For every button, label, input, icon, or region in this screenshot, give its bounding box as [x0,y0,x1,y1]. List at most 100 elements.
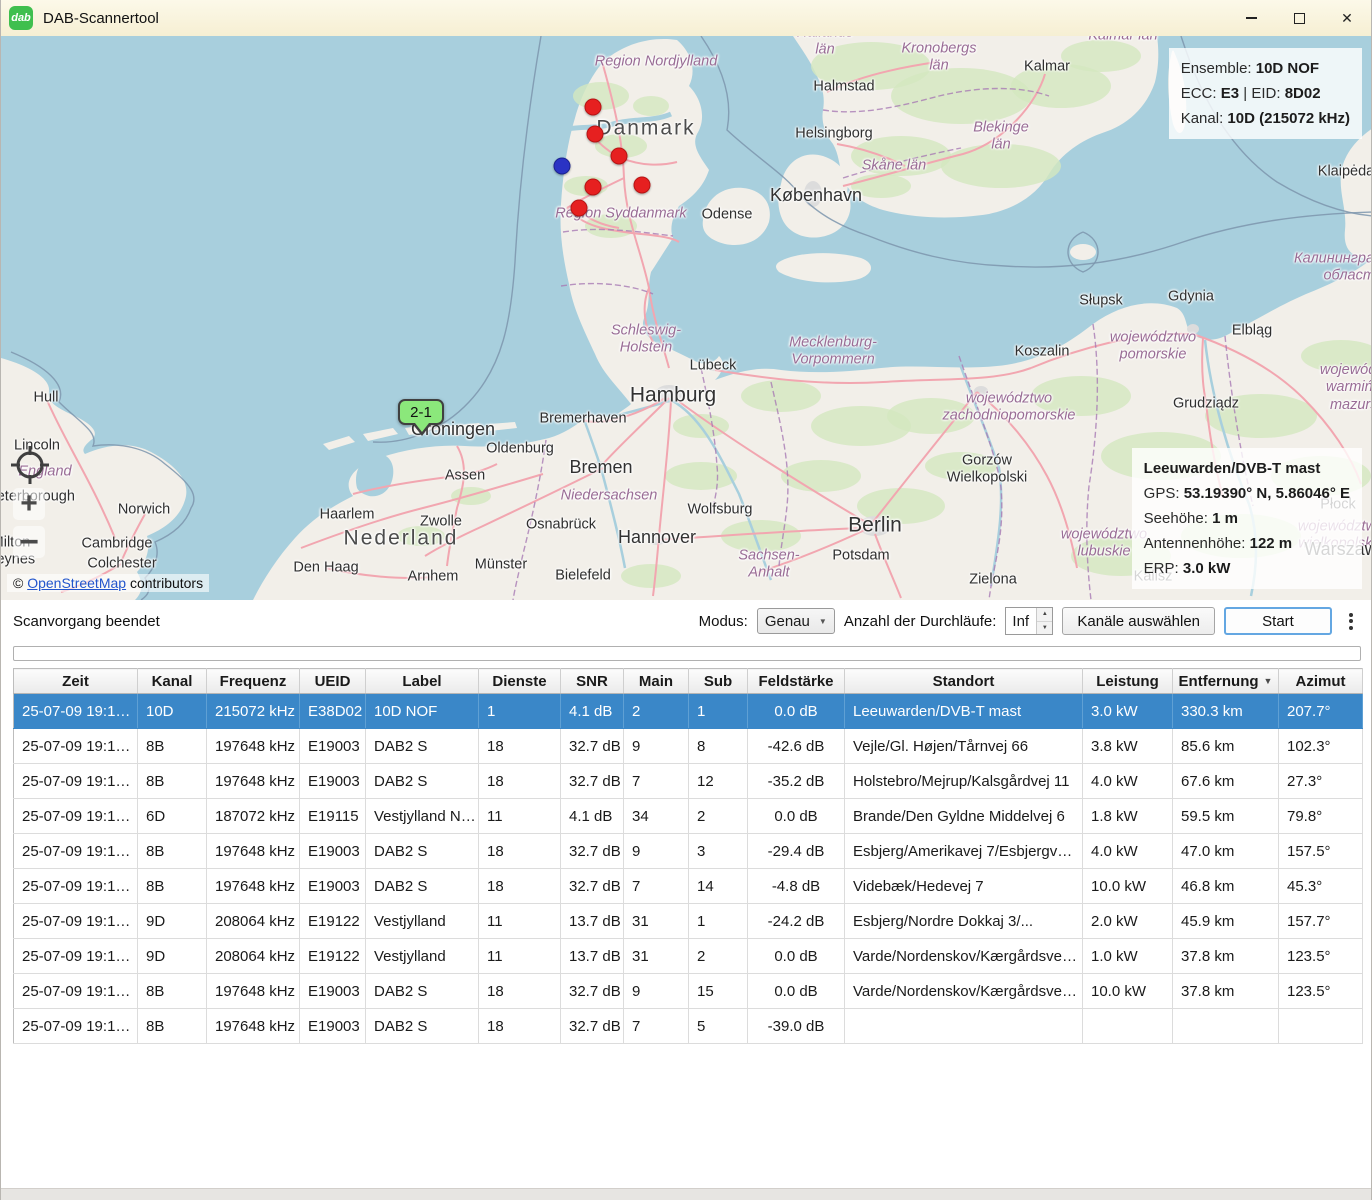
close-button[interactable]: ✕ [1323,0,1371,36]
table-cell[interactable]: 2 [624,694,689,729]
osm-link[interactable]: OpenStreetMap [27,575,126,591]
table-cell[interactable]: 157.5° [1279,834,1363,869]
table-cell[interactable]: 45.9 km [1173,904,1279,939]
table-cell[interactable]: 9 [624,729,689,764]
table-cell[interactable]: 37.8 km [1173,939,1279,974]
overflow-menu-icon[interactable] [1343,609,1359,634]
table-cell[interactable]: E19003 [300,974,366,1009]
table-cell[interactable]: 31 [624,904,689,939]
table-cell[interactable]: 8B [138,869,207,904]
table-cell[interactable]: 0.0 dB [748,974,845,1009]
map-marker-red[interactable] [634,177,651,194]
table-cell[interactable]: 10.0 kW [1083,869,1173,904]
table-cell[interactable]: Vestjylland [366,939,479,974]
table-cell[interactable]: 7 [624,1009,689,1044]
table-cell[interactable]: 25-07-09 19:14:16 [14,729,138,764]
table-cell[interactable]: Vestjylland Nord [366,799,479,834]
table-row[interactable]: 25-07-09 19:14:559D208064 kHzE19122Vestj… [14,904,1363,939]
map-marker-blue[interactable] [554,158,571,175]
map-marker-red[interactable] [571,200,588,217]
table-cell[interactable]: 2 [689,939,748,974]
table-row[interactable]: 25-07-09 19:14:168B197648 kHzE19003DAB2 … [14,1009,1363,1044]
table-cell[interactable]: 1.8 kW [1083,799,1173,834]
table-cell[interactable]: 13.7 dB [561,904,624,939]
table-cell[interactable]: Brande/Den Gyldne Middelvej 6 [845,799,1083,834]
map[interactable]: LincolnEnglandHullPeterboroughNorwichCam… [1,36,1372,600]
table-cell[interactable]: 197648 kHz [207,764,300,799]
table-row[interactable]: 25-07-09 19:15:2710D215072 kHzE38D0210D … [14,694,1363,729]
table-cell[interactable]: 14 [689,869,748,904]
table-cell[interactable]: 25-07-09 19:14:55 [14,939,138,974]
marker-bubble[interactable]: 2-1 [398,399,444,425]
table-cell[interactable]: Varde/Nordenskov/Kærgårdsvej ... [845,939,1083,974]
table-cell[interactable]: 25-07-09 19:14:16 [14,974,138,1009]
column-header-label[interactable]: Label [366,669,479,694]
table-cell[interactable]: 25-07-09 19:13:32 [14,799,138,834]
table-cell[interactable]: 0.0 dB [748,799,845,834]
table-cell[interactable]: E19003 [300,834,366,869]
table-cell[interactable]: 208064 kHz [207,904,300,939]
table-cell[interactable]: Vejle/Gl. Højen/Tårnvej 66 [845,729,1083,764]
table-cell[interactable]: 18 [479,834,561,869]
table-cell[interactable]: 11 [479,904,561,939]
table-cell[interactable]: DAB2 S [366,834,479,869]
table-cell[interactable]: 3.0 kW [1083,694,1173,729]
runs-spinner[interactable]: Inf ▲ ▼ [1005,607,1053,635]
spin-down-icon[interactable]: ▼ [1037,622,1052,635]
table-cell[interactable]: 5 [689,1009,748,1044]
table-cell[interactable]: 10D [138,694,207,729]
table-cell[interactable]: -35.2 dB [748,764,845,799]
table-cell[interactable]: 197648 kHz [207,834,300,869]
table-cell[interactable]: 79.8° [1279,799,1363,834]
table-cell[interactable]: DAB2 S [366,869,479,904]
table-cell[interactable] [1083,1009,1173,1044]
spin-up-icon[interactable]: ▲ [1037,608,1052,622]
table-cell[interactable]: 123.5° [1279,974,1363,1009]
column-header-standort[interactable]: Standort [845,669,1083,694]
modus-select[interactable]: Genau ▼ [757,608,835,634]
select-channels-button[interactable]: Kanäle auswählen [1062,607,1215,635]
table-cell[interactable]: 8B [138,764,207,799]
table-cell[interactable]: 7 [624,764,689,799]
table-cell[interactable] [1279,1009,1363,1044]
table-cell[interactable]: 12 [689,764,748,799]
table-cell[interactable]: 25-07-09 19:14:16 [14,834,138,869]
table-cell[interactable]: 2.0 kW [1083,904,1173,939]
table-cell[interactable]: 11 [479,799,561,834]
table-cell[interactable]: 187072 kHz [207,799,300,834]
table-cell[interactable]: 102.3° [1279,729,1363,764]
table-cell[interactable]: DAB2 S [366,729,479,764]
column-header-leistung[interactable]: Leistung [1083,669,1173,694]
table-cell[interactable]: 25-07-09 19:14:16 [14,1009,138,1044]
table-cell[interactable]: 45.3° [1279,869,1363,904]
table-cell[interactable]: DAB2 S [366,764,479,799]
zoom-out-button[interactable]: − [13,526,45,558]
table-cell[interactable]: 9D [138,939,207,974]
table-cell[interactable]: Vestjylland [366,904,479,939]
table-cell[interactable]: 4.1 dB [561,799,624,834]
table-cell[interactable]: Esbjerg/Amerikavej 7/Esbjergværk... [845,834,1083,869]
table-cell[interactable]: 197648 kHz [207,729,300,764]
table-cell[interactable]: 9D [138,904,207,939]
zoom-in-button[interactable]: + [13,488,45,520]
table-cell[interactable]: 15 [689,974,748,1009]
table-cell[interactable]: 32.7 dB [561,1009,624,1044]
table-cell[interactable]: 4.0 kW [1083,764,1173,799]
table-cell[interactable]: E19115 [300,799,366,834]
table-cell[interactable]: 1 [689,694,748,729]
table-cell[interactable]: 8 [689,729,748,764]
table-row[interactable]: 25-07-09 19:14:168B197648 kHzE19003DAB2 … [14,764,1363,799]
minimize-button[interactable] [1227,0,1275,36]
table-cell[interactable]: E38D02 [300,694,366,729]
table-cell[interactable]: -29.4 dB [748,834,845,869]
table-cell[interactable]: 18 [479,729,561,764]
table-cell[interactable]: Videbæk/Hedevej 7 [845,869,1083,904]
locate-button[interactable] [9,444,51,486]
table-cell[interactable]: 32.7 dB [561,729,624,764]
table-row[interactable]: 25-07-09 19:14:168B197648 kHzE19003DAB2 … [14,729,1363,764]
table-cell[interactable]: Esbjerg/Nordre Dokkaj 3/... [845,904,1083,939]
table-cell[interactable]: 18 [479,764,561,799]
table-cell[interactable]: 197648 kHz [207,869,300,904]
table-cell[interactable]: 32.7 dB [561,869,624,904]
table-cell[interactable]: 1 [689,904,748,939]
